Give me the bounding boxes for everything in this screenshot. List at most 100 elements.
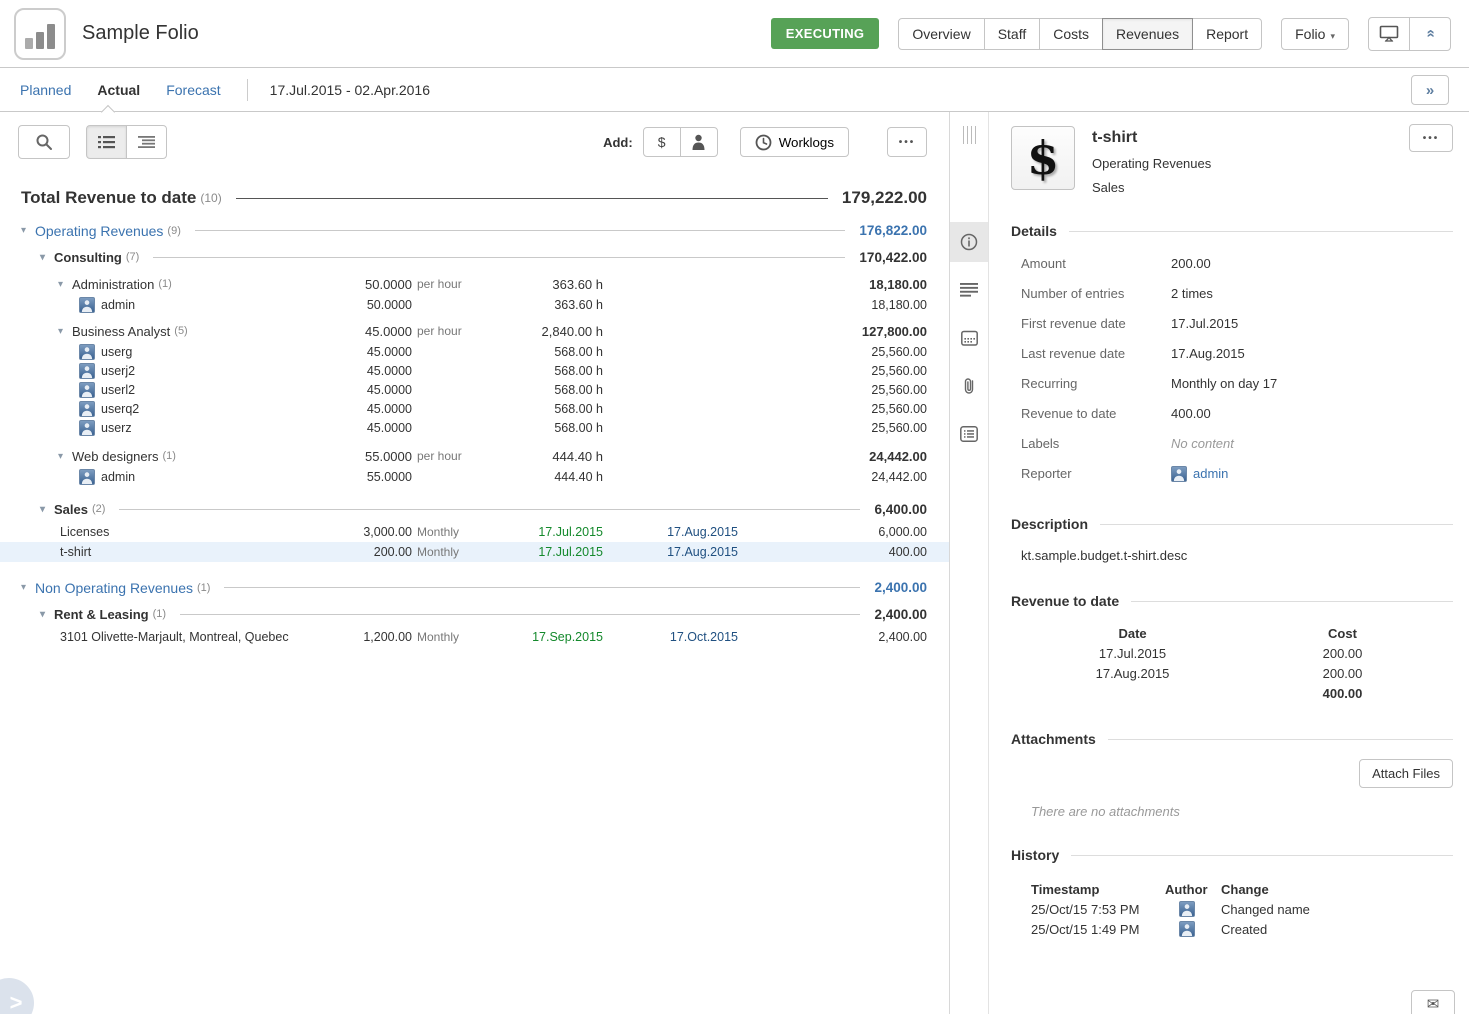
tree-row-user[interactable]: userq2 45.0000 568.00 h 25,560.00 <box>0 399 949 418</box>
tab-report[interactable]: Report <box>1192 18 1262 50</box>
add-person-button[interactable] <box>680 127 718 157</box>
page-title: Sample Folio <box>82 22 199 45</box>
clock-icon <box>755 134 772 151</box>
collapse-arrow-icon[interactable]: ▾ <box>40 252 54 263</box>
row-value: 6,400.00 <box>874 502 927 517</box>
tree-row-item[interactable]: Licenses 3,000.00 Monthly 17.Jul.2015 17… <box>0 522 949 542</box>
corner-chevron-button[interactable]: > <box>0 978 34 1014</box>
tree-row-user[interactable]: admin 50.0000 363.60 h 18,180.00 <box>0 295 949 314</box>
row-label: userj2 <box>101 364 135 378</box>
rail-tab-details[interactable] <box>950 222 988 262</box>
tree-row-group[interactable]: ▾ Operating Revenues (9) 176,822.00 <box>0 217 949 244</box>
row-count: (1) <box>158 278 171 290</box>
avatar <box>79 420 95 436</box>
tree-row-user[interactable]: userg 45.0000 568.00 h 25,560.00 <box>0 342 949 361</box>
tree-row-subgroup[interactable]: ▾ Rent & Leasing (1) 2,400.00 <box>0 601 949 627</box>
row-rate: 45.0000 <box>237 399 412 418</box>
tab-overview[interactable]: Overview <box>898 18 984 50</box>
section-heading: Revenue to date <box>1011 593 1119 609</box>
panel-drag-handle[interactable] <box>950 126 988 144</box>
email-button[interactable]: ✉ <box>1411 990 1455 1014</box>
detail-panel: $ t-shirt Operating Revenues Sales ••• D… <box>989 112 1469 1014</box>
avatar <box>79 344 95 360</box>
presentation-mode-button[interactable] <box>1368 17 1410 51</box>
collapse-arrow-icon[interactable]: ▾ <box>40 504 54 515</box>
tab-revenues[interactable]: Revenues <box>1102 18 1193 50</box>
add-expense-button[interactable]: $ <box>643 127 681 157</box>
tab-costs[interactable]: Costs <box>1039 18 1103 50</box>
row-rate: 45.0000 <box>237 418 412 437</box>
revenue-to-date-section: Revenue to date Date Cost 17.Jul.2015 20… <box>1011 593 1453 703</box>
view-mode-toggle <box>86 125 167 159</box>
tree-row-group[interactable]: ▾ Non Operating Revenues (1) 2,400.00 <box>0 574 949 601</box>
row-label: Administration <box>72 277 154 292</box>
view-tab-forecast[interactable]: Forecast <box>166 82 220 98</box>
field-value: Monthly on day 17 <box>1171 376 1277 391</box>
divider <box>247 79 248 101</box>
tree-row-user[interactable]: userz 45.0000 568.00 h 25,560.00 <box>0 418 949 437</box>
row-value: 176,822.00 <box>859 223 927 238</box>
tree-row-role[interactable]: ▾ Business Analyst (5) 45.0000 per hour … <box>0 320 949 342</box>
collapse-arrow-icon[interactable]: ▾ <box>21 225 35 236</box>
tree-row-subgroup[interactable]: ▾ Consulting (7) 170,422.00 <box>0 244 949 270</box>
search-button[interactable] <box>18 125 70 159</box>
view-tab-planned[interactable]: Planned <box>20 82 71 98</box>
tree-row-user[interactable]: admin 55.0000 444.40 h 24,442.00 <box>0 467 949 486</box>
monitor-icon <box>1379 25 1399 42</box>
section-heading: Details <box>1011 223 1057 239</box>
avatar <box>79 382 95 398</box>
row-label: Operating Revenues <box>35 223 163 239</box>
more-actions-button[interactable]: ••• <box>887 127 927 157</box>
rail-tab-attachments[interactable] <box>950 366 988 406</box>
row-hours: 363.60 h <box>470 273 603 295</box>
row-rate: 45.0000 <box>237 380 412 399</box>
row-label: Web designers <box>72 449 158 464</box>
collapse-arrow-icon[interactable]: ▾ <box>58 326 72 337</box>
field-label: Amount <box>1021 256 1171 271</box>
row-count: (1) <box>197 582 210 594</box>
reporter-link[interactable]: admin <box>1193 466 1228 481</box>
row-rate: 55.0000 <box>237 467 412 486</box>
attach-files-button[interactable]: Attach Files <box>1359 759 1453 788</box>
history-section: History Timestamp Author Change 25/Oct/1… <box>1011 847 1453 939</box>
status-badge: EXECUTING <box>771 18 880 49</box>
detail-more-button[interactable]: ••• <box>1409 124 1453 152</box>
date-range[interactable]: 17.Jul.2015 - 02.Apr.2016 <box>270 82 430 98</box>
row-label: Business Analyst <box>72 324 170 339</box>
row-label: Consulting <box>54 250 122 265</box>
row-first-date: 17.Jul.2015 <box>470 542 603 562</box>
row-last-date: 17.Aug.2015 <box>604 542 738 562</box>
section-heading: Attachments <box>1011 731 1096 747</box>
expand-panel-button[interactable]: » <box>1411 75 1449 105</box>
row-label: userz <box>101 421 132 435</box>
row-last-date: 17.Aug.2015 <box>604 522 738 542</box>
tree-row-user[interactable]: userl2 45.0000 568.00 h 25,560.00 <box>0 380 949 399</box>
tree-row-item[interactable]: 3101 Olivette-Marjault, Montreal, Quebec… <box>0 627 949 647</box>
history-row: 25/Oct/15 1:49 PM Created <box>1031 919 1453 939</box>
worklogs-button[interactable]: Worklogs <box>740 127 849 157</box>
tree-row-role[interactable]: ▾ Web designers (1) 55.0000 per hour 444… <box>0 445 949 467</box>
collapse-header-button[interactable]: » <box>1409 17 1451 51</box>
rail-tab-calendar[interactable] <box>950 318 988 358</box>
tree-row-item-selected[interactable]: t-shirt 200.00 Monthly 17.Jul.2015 17.Au… <box>0 542 949 562</box>
detail-subcategory: Sales <box>1092 180 1211 195</box>
tab-staff[interactable]: Staff <box>984 18 1041 50</box>
tree-row-role[interactable]: ▾ Administration (1) 50.0000 per hour 36… <box>0 273 949 295</box>
field-label: Last revenue date <box>1021 346 1171 361</box>
rail-tab-description[interactable] <box>950 270 988 310</box>
folio-menu-button[interactable]: Folio▾ <box>1281 18 1349 50</box>
collapse-arrow-icon[interactable]: ▾ <box>21 582 35 593</box>
collapse-arrow-icon[interactable]: ▾ <box>58 451 72 462</box>
collapse-arrow-icon[interactable]: ▾ <box>58 279 72 290</box>
row-hours: 568.00 h <box>470 399 603 418</box>
field-label: Revenue to date <box>1021 406 1171 421</box>
tree-row-total: Total Revenue to date (10) 179,222.00 <box>0 184 949 212</box>
view-tab-actual[interactable]: Actual <box>97 82 140 98</box>
collapse-arrow-icon[interactable]: ▾ <box>40 609 54 620</box>
tree-view-button[interactable] <box>126 125 167 159</box>
list-view-button[interactable] <box>86 125 127 159</box>
rail-tab-history[interactable] <box>950 414 988 454</box>
tree-row-user[interactable]: userj2 45.0000 568.00 h 25,560.00 <box>0 361 949 380</box>
tree-row-subgroup[interactable]: ▾ Sales (2) 6,400.00 <box>0 496 949 522</box>
row-label: Sales <box>54 502 88 517</box>
